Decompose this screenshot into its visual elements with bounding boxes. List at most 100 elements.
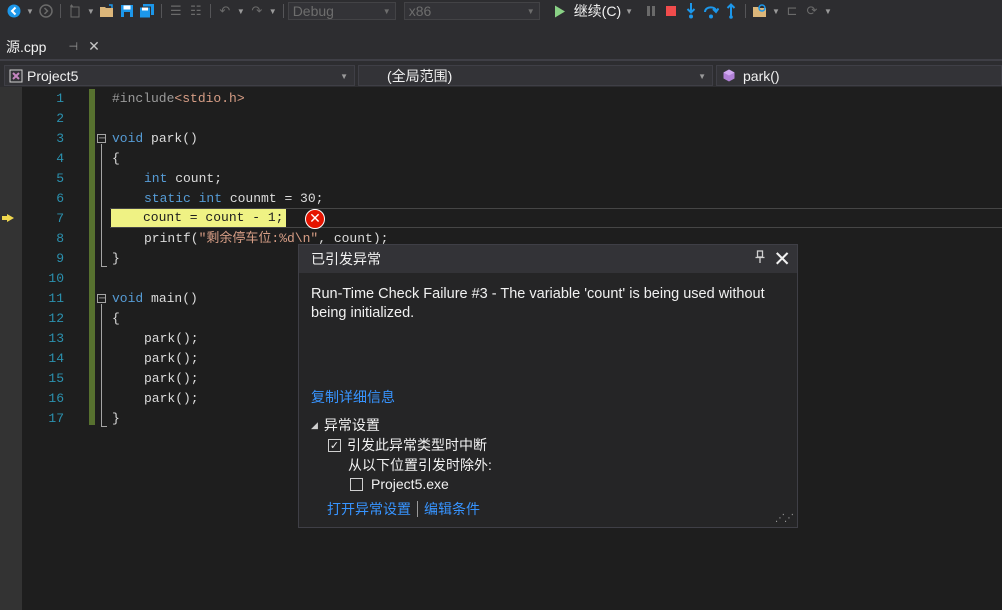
toolbar-separator [209, 4, 211, 18]
find-dropdown-icon[interactable]: ▼ [772, 7, 780, 16]
code-line-16[interactable]: park(); [144, 389, 199, 409]
fold-guide [101, 144, 102, 266]
edit-conditions-link[interactable]: 编辑条件 [424, 499, 480, 519]
close-icon[interactable]: ✕ [88, 38, 100, 55]
close-icon[interactable]: ✕ [773, 247, 791, 272]
line-number: 12 [48, 311, 64, 326]
code-line-17[interactable]: } [112, 409, 120, 429]
new-project-icon[interactable] [65, 1, 85, 21]
code-line-6[interactable]: static int counmt = 30; [144, 189, 323, 209]
error-icon[interactable]: ✕ [305, 209, 325, 229]
stop-debugging-icon[interactable] [661, 1, 681, 21]
line-number: 5 [56, 171, 64, 186]
brace: { [112, 311, 120, 326]
code-line-15[interactable]: park(); [144, 369, 199, 389]
code-line-4[interactable]: { [112, 149, 120, 169]
brace: } [112, 251, 120, 266]
bookmark-icon[interactable]: ⊏ [782, 1, 802, 21]
toolbar-separator [282, 4, 284, 18]
keyword: static [144, 191, 191, 206]
new-project-dropdown-icon[interactable]: ▼ [87, 7, 95, 16]
code-text: printf( [144, 231, 199, 246]
navigate-back-icon[interactable] [4, 1, 24, 21]
pin-icon[interactable] [755, 250, 765, 267]
pin-icon[interactable]: ⊣ [68, 40, 78, 53]
uncomment-icon[interactable]: ☷ [186, 1, 206, 21]
break-when-thrown-checkbox[interactable]: ✓ [328, 438, 341, 452]
function-signature: park() [143, 131, 198, 146]
open-file-icon[interactable] [97, 1, 117, 21]
refresh-icon[interactable]: ⟳ [802, 1, 822, 21]
execution-pointer-icon [7, 214, 14, 222]
project-select[interactable]: Project5 ▼ [4, 65, 355, 86]
line-number: 9 [56, 251, 64, 266]
member-value: park() [743, 67, 780, 84]
save-icon[interactable] [117, 1, 137, 21]
code-line-5[interactable]: int count; [144, 169, 222, 189]
continue-icon[interactable] [550, 1, 570, 21]
collapse-main-icon[interactable]: − [97, 294, 106, 304]
code-text: park(); [144, 371, 199, 386]
line-number: 17 [48, 411, 64, 426]
continue-dropdown-icon[interactable]: ▼ [625, 7, 633, 16]
solution-platform-select[interactable]: x86 ▼ [403, 2, 540, 20]
glyph-margin[interactable] [0, 87, 22, 610]
exception-settings-label: 异常设置 [323, 417, 380, 433]
toolbar-separator [745, 4, 747, 18]
copy-details-link[interactable]: 复制详细信息 [311, 387, 395, 407]
redo-icon[interactable]: ↷ [247, 1, 267, 21]
solution-platform-value: x86 [408, 3, 432, 19]
code-line-13[interactable]: park(); [144, 329, 199, 349]
break-when-thrown-row[interactable]: ✓ 引发此异常类型时中断 [328, 435, 487, 455]
method-cube-icon [723, 69, 735, 82]
line-number: 4 [56, 151, 64, 166]
code-line-9[interactable]: } [112, 249, 120, 269]
step-over-icon[interactable] [701, 1, 721, 21]
navigate-forward-icon[interactable] [36, 1, 56, 21]
code-text: park(); [144, 331, 199, 346]
step-out-icon[interactable] [721, 1, 741, 21]
line-number: 3 [56, 131, 64, 146]
code-line-12[interactable]: { [112, 309, 120, 329]
debug-toolbar: ▼ ▼ ☰ ☷ ↶ ▼ ↷ ▼ Debug ▼ x86 ▼ 继续(C) ▼ ▼ … [0, 0, 1002, 22]
scope-select[interactable]: (全局范围) ▼ [358, 65, 713, 86]
line-number: 2 [56, 111, 64, 126]
member-select[interactable]: park() [716, 65, 1002, 86]
toolbar-overflow-icon[interactable]: ▼ [824, 7, 832, 16]
code-line-3[interactable]: void park() [112, 129, 198, 149]
toolbar-separator [59, 4, 61, 18]
code-line-11[interactable]: void main() [112, 289, 198, 309]
break-all-icon[interactable] [641, 1, 661, 21]
code-line-7[interactable]: count = count - 1; [143, 208, 283, 228]
code-text: counmt = 30; [222, 191, 324, 206]
scope-value: (全局范围) [387, 67, 453, 84]
open-exception-settings-link[interactable]: 打开异常设置 [327, 499, 411, 519]
code-text: park(); [144, 391, 199, 406]
exception-links: 打开异常设置 编辑条件 [327, 499, 480, 519]
save-all-icon[interactable] [137, 1, 157, 21]
solution-configuration-value: Debug [292, 3, 334, 19]
redo-dropdown-icon[interactable]: ▼ [269, 7, 277, 16]
step-into-icon[interactable] [681, 1, 701, 21]
find-in-files-icon[interactable] [750, 1, 770, 21]
comment-out-icon[interactable]: ☰ [166, 1, 186, 21]
include-path: <stdio.h> [174, 91, 245, 106]
continue-button[interactable]: 继续(C) [574, 1, 621, 21]
code-line-1[interactable]: #include<stdio.h> [112, 89, 245, 109]
tab-source-cpp[interactable]: 源.cpp ⊣ ✕ [0, 35, 110, 58]
solution-configuration-select[interactable]: Debug ▼ [287, 2, 396, 20]
code-line-14[interactable]: park(); [144, 349, 199, 369]
expanded-triangle-icon: ◢ [311, 419, 318, 430]
chevron-down-icon: ▼ [340, 72, 348, 81]
module-checkbox[interactable] [350, 477, 363, 491]
exception-settings-toggle[interactable]: ◢ 异常设置 [311, 415, 380, 435]
preprocessor-directive: #include [112, 91, 175, 106]
module-row[interactable]: Project5.exe [350, 476, 449, 492]
navigate-back-dropdown-icon[interactable]: ▼ [26, 7, 34, 16]
line-number: 16 [48, 391, 64, 406]
resize-grip-icon[interactable]: ⋰⋰ [775, 513, 794, 524]
undo-dropdown-icon[interactable]: ▼ [237, 7, 245, 16]
module-label: Project5.exe [371, 476, 449, 492]
undo-icon[interactable]: ↶ [215, 1, 235, 21]
collapse-park-icon[interactable]: − [97, 134, 106, 144]
